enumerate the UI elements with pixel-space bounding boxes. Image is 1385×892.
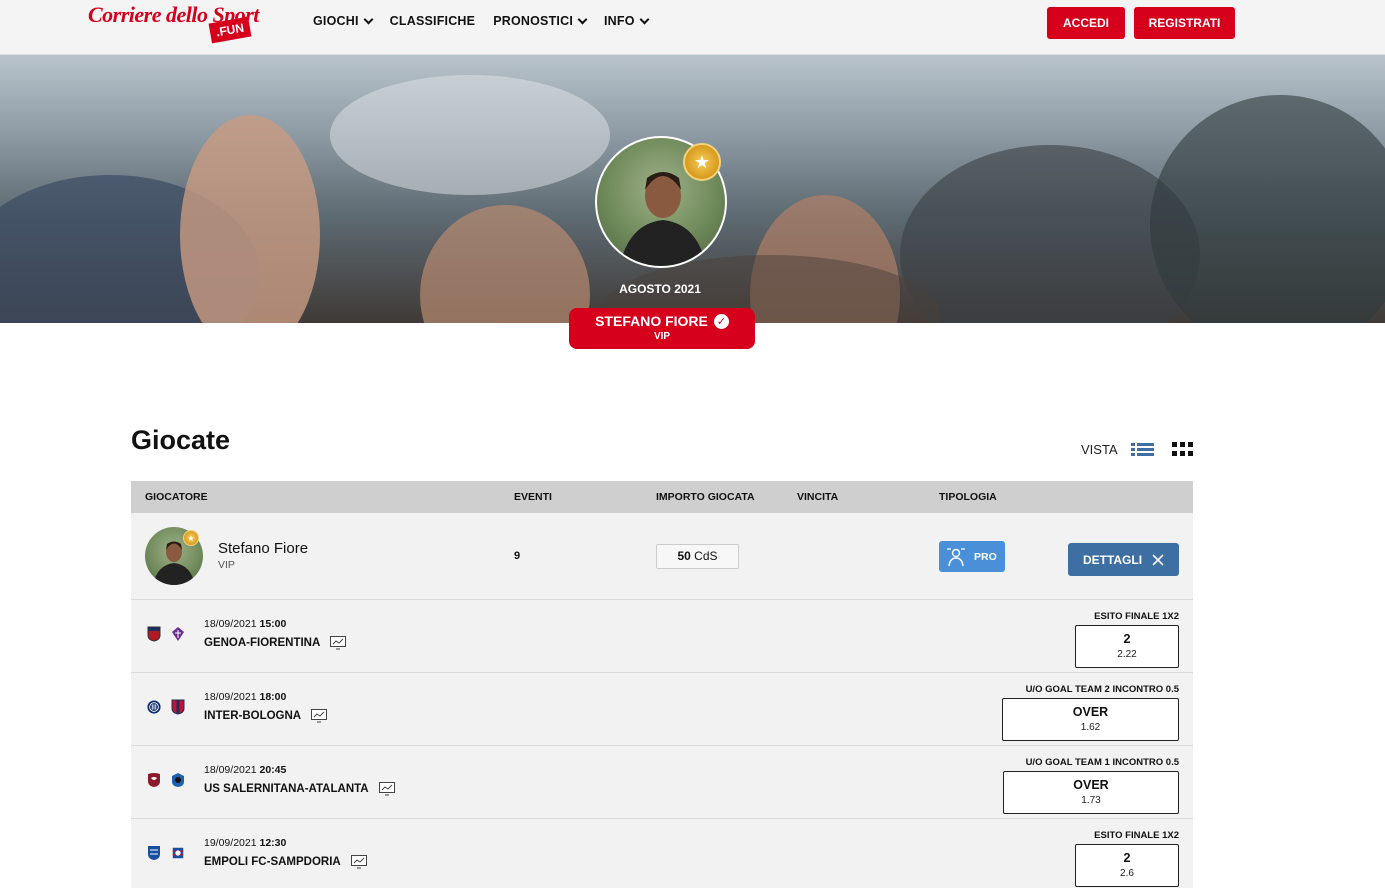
- pick-value: 2: [1123, 632, 1131, 646]
- pick-value: OVER: [1073, 778, 1109, 792]
- match-name: US SALERNITANA-ATALANTA: [204, 783, 369, 795]
- event-datetime: 19/09/2021 12:30: [204, 837, 286, 849]
- verified-check-icon: ✓: [713, 313, 729, 329]
- pick-odds: 2.22: [1117, 649, 1137, 660]
- menu-label: PRONOSTICI: [493, 14, 573, 28]
- team-crest-icon: [171, 699, 185, 715]
- plays-table-header: GIOCATORE EVENTI IMPORTO GIOCATA VINCITA…: [131, 481, 1193, 513]
- player-tier: VIP: [218, 559, 235, 571]
- team-crest-icon: [147, 626, 161, 642]
- stats-icon[interactable]: [378, 782, 395, 796]
- stats-icon[interactable]: [350, 855, 367, 869]
- market-label: U/O GOAL TEAM 1 INCONTRO 0.5: [1025, 757, 1179, 768]
- col-amount: IMPORTO GIOCATA: [656, 491, 755, 503]
- col-win: VINCITA: [797, 491, 839, 503]
- match-name: EMPOLI FC-SAMPDORIA: [204, 856, 341, 868]
- menu-item-info[interactable]: INFO: [604, 14, 650, 28]
- list-view-icon[interactable]: [1131, 443, 1154, 456]
- play-summary-row: ★ Stefano Fiore VIP 9 50 CdS PRO DETTAGL…: [131, 513, 1193, 600]
- event-date: 18/09/2021: [204, 691, 257, 703]
- market-label: ESITO FINALE 1X2: [1094, 611, 1179, 622]
- amount-badge: 50 CdS: [656, 544, 739, 569]
- event-datetime: 18/09/2021 15:00: [204, 618, 286, 630]
- login-button[interactable]: ACCEDI: [1047, 7, 1125, 39]
- event-date: 18/09/2021: [204, 618, 257, 630]
- match-name: INTER-BOLOGNA: [204, 710, 302, 722]
- view-label: VISTA: [1081, 442, 1118, 457]
- amount-unit: CdS: [694, 549, 718, 563]
- profile-name-badge: STEFANO FIORE ✓ VIP: [569, 308, 755, 349]
- menu-item-giochi[interactable]: GIOCHI: [313, 14, 374, 28]
- chevron-down-icon: [577, 14, 588, 24]
- close-icon: [1152, 553, 1164, 566]
- stats-icon[interactable]: [311, 709, 328, 723]
- chevron-down-icon: [363, 14, 374, 24]
- col-events: EVENTI: [514, 491, 552, 503]
- menu-item-pronostici[interactable]: PRONOSTICI: [493, 14, 588, 28]
- event-match: GENOA-FIORENTINA: [204, 636, 347, 650]
- col-player: GIOCATORE: [145, 491, 208, 503]
- type-label: PRO: [974, 550, 997, 563]
- chevron-down-icon: [639, 14, 650, 24]
- amount-value: 50: [677, 549, 691, 563]
- team-crest-icon: [172, 847, 184, 859]
- event-match: US SALERNITANA-ATALANTA: [204, 782, 395, 796]
- event-row: 18/09/2021 18:00 INTER-BOLOGNA U/O GOAL …: [131, 673, 1193, 746]
- event-time: 18:00: [259, 691, 287, 703]
- pick-box: OVER 1.73: [1003, 771, 1179, 814]
- grid-view-icon[interactable]: [1172, 442, 1193, 456]
- star-medal-icon: ★: [183, 530, 199, 546]
- event-date: 18/09/2021: [204, 764, 257, 776]
- event-row: 19/09/2021 12:30 EMPOLI FC-SAMPDORIA ESI…: [131, 819, 1193, 892]
- pick-odds: 2.6: [1120, 868, 1134, 879]
- stats-icon[interactable]: [330, 636, 347, 650]
- event-date: 19/09/2021: [204, 837, 257, 849]
- team-crest-icon: [148, 846, 160, 860]
- section-title: Giocate: [131, 425, 231, 455]
- market-label: U/O GOAL TEAM 2 INCONTRO 0.5: [1025, 684, 1179, 695]
- team-crest-icon: [147, 700, 161, 714]
- type-pro-badge: PRO: [939, 541, 1005, 572]
- pick-box: 2 2.6: [1075, 844, 1179, 887]
- event-datetime: 18/09/2021 18:00: [204, 691, 286, 703]
- details-label: DETTAGLI: [1082, 552, 1143, 567]
- details-button[interactable]: DETTAGLI: [1068, 543, 1179, 576]
- event-row: 18/09/2021 15:00 GENOA-FIORENTINA ESITO …: [131, 600, 1193, 673]
- event-datetime: 18/09/2021 20:45: [204, 764, 286, 776]
- top-navbar: Corriere dello Sport .FUN GIOCHI CLASSIF…: [0, 0, 1385, 55]
- play-panel: ★ Stefano Fiore VIP 9 50 CdS PRO DETTAGL…: [131, 513, 1193, 888]
- col-type: TIPOLOGIA: [939, 491, 997, 503]
- event-time: 12:30: [259, 837, 287, 849]
- team-crest-icon: [172, 627, 184, 641]
- pick-box: 2 2.22: [1075, 625, 1179, 668]
- profile-date: AGOSTO 2021: [619, 282, 701, 296]
- register-button[interactable]: REGISTRATI: [1134, 7, 1235, 39]
- profile-tier: VIP: [653, 331, 671, 342]
- event-match: INTER-BOLOGNA: [204, 709, 328, 723]
- pro-player-icon: [947, 547, 965, 566]
- market-label: ESITO FINALE 1X2: [1094, 830, 1179, 841]
- pick-box: OVER 1.62: [1002, 698, 1179, 741]
- team-crest-icon: [172, 773, 184, 787]
- pick-value: OVER: [1072, 705, 1109, 719]
- event-match: EMPOLI FC-SAMPDORIA: [204, 855, 367, 869]
- events-count: 9: [514, 550, 521, 562]
- event-time: 15:00: [259, 618, 287, 630]
- profile-name: STEFANO FIORE: [595, 313, 708, 329]
- site-logo[interactable]: Corriere dello Sport .FUN: [88, 2, 263, 46]
- pick-odds: 1.62: [1080, 722, 1101, 733]
- menu-label: GIOCHI: [313, 14, 359, 28]
- pick-odds: 1.73: [1081, 795, 1101, 806]
- pick-value: 2: [1123, 851, 1131, 865]
- menu-item-classifiche[interactable]: CLASSIFICHE: [390, 14, 476, 28]
- event-time: 20:45: [259, 764, 287, 776]
- event-row: 18/09/2021 20:45 US SALERNITANA-ATALANTA…: [131, 746, 1193, 819]
- match-name: GENOA-FIORENTINA: [204, 637, 321, 649]
- team-crest-icon: [148, 773, 160, 787]
- star-medal-icon: ★: [683, 143, 721, 181]
- menu-label: INFO: [604, 14, 635, 28]
- menu-label: CLASSIFICHE: [389, 14, 476, 28]
- main-menu: GIOCHI CLASSIFICHE PRONOSTICI INFO: [313, 14, 650, 28]
- player-name: Stefano Fiore: [218, 540, 309, 557]
